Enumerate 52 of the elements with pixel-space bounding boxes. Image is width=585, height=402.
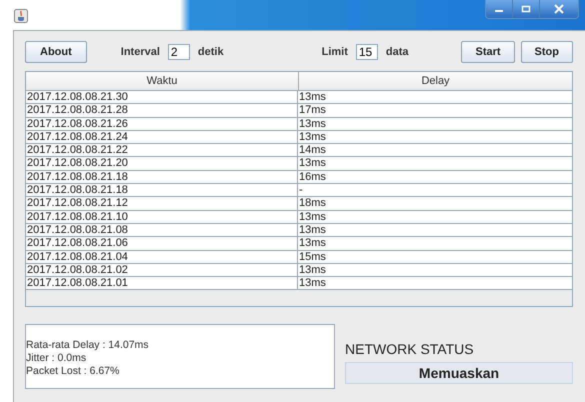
table-cell-text: 17ms bbox=[298, 104, 327, 117]
table-cell: 2017.12.08.08.21.30 bbox=[26, 91, 298, 104]
stat-text: Packet Lost : 6.67% bbox=[26, 365, 120, 378]
table-cell: 2017.12.08.08.21.24 bbox=[26, 130, 298, 144]
maximize-icon bbox=[521, 5, 531, 13]
table-cell: 2017.12.08.08.21.01 bbox=[26, 277, 298, 290]
interval-unit: detik bbox=[198, 46, 224, 58]
table-cell-text: 13ms bbox=[298, 118, 327, 130]
about-button[interactable]: About bbox=[25, 41, 87, 63]
table-cell-text: - bbox=[298, 184, 304, 196]
table-cell-text: 13ms bbox=[298, 237, 327, 250]
table-cell: 2017.12.08.08.21.18 bbox=[26, 170, 298, 184]
table-cell-text: 15ms bbox=[298, 250, 327, 263]
table-cell-text: 13ms bbox=[298, 157, 327, 170]
table-cell: 2017.12.08.08.21.10 bbox=[26, 210, 298, 223]
limit-field[interactable]: 15 bbox=[356, 44, 378, 60]
table-cell-text: 13ms bbox=[298, 130, 327, 144]
table-cell: 2017.12.08.08.21.04 bbox=[26, 250, 298, 263]
stat-text: Jitter : 0.0ms bbox=[26, 352, 88, 365]
limit-unit: data bbox=[386, 46, 408, 58]
table-cell: 2017.12.08.08.21.18 bbox=[26, 184, 298, 196]
table-cell-text: 13ms bbox=[298, 91, 327, 104]
limit-label: Limit bbox=[322, 46, 348, 58]
start-button[interactable]: Start bbox=[461, 41, 515, 63]
column-header[interactable]: Waktu bbox=[26, 72, 299, 90]
stat-text: Rata-rata Delay : 14.07ms bbox=[26, 339, 150, 352]
minimize-button[interactable] bbox=[486, 0, 513, 18]
maximize-button[interactable] bbox=[513, 0, 540, 18]
interval-label: Interval bbox=[120, 46, 160, 58]
table-cell: 2017.12.08.08.21.26 bbox=[26, 118, 298, 130]
column-header[interactable]: Delay bbox=[299, 72, 572, 90]
network-status-label: NETWORK STATUS bbox=[345, 341, 475, 357]
interval-field[interactable]: 2 bbox=[168, 44, 190, 60]
close-icon bbox=[553, 4, 565, 14]
table-cell-text: 13ms bbox=[298, 224, 327, 236]
table-cell: 2017.12.08.08.21.08 bbox=[26, 224, 298, 236]
table-cell-text: 18ms bbox=[298, 197, 327, 210]
table-cell-text: 13ms bbox=[298, 277, 327, 290]
stop-button[interactable]: Stop bbox=[520, 41, 573, 63]
table-cell: 2017.12.08.08.21.20 bbox=[26, 157, 298, 170]
table-cell-text: 13ms bbox=[298, 210, 327, 223]
table-cell: 2017.12.08.08.21.12 bbox=[26, 197, 298, 210]
table-cell: 2017.12.08.08.21.02 bbox=[26, 264, 298, 276]
close-button[interactable] bbox=[540, 0, 578, 18]
table-cell-text: 14ms bbox=[298, 144, 327, 156]
network-status-value: Memuaskan bbox=[345, 362, 573, 384]
coffee-cup-icon bbox=[14, 9, 28, 23]
table-cell: 2017.12.08.08.21.28 bbox=[26, 104, 298, 117]
table-cell: 2017.12.08.08.21.06 bbox=[26, 237, 298, 250]
table-cell-text: 13ms bbox=[298, 264, 327, 276]
table-cell-text: 16ms bbox=[298, 170, 327, 184]
table-cell: 2017.12.08.08.21.22 bbox=[26, 144, 298, 156]
